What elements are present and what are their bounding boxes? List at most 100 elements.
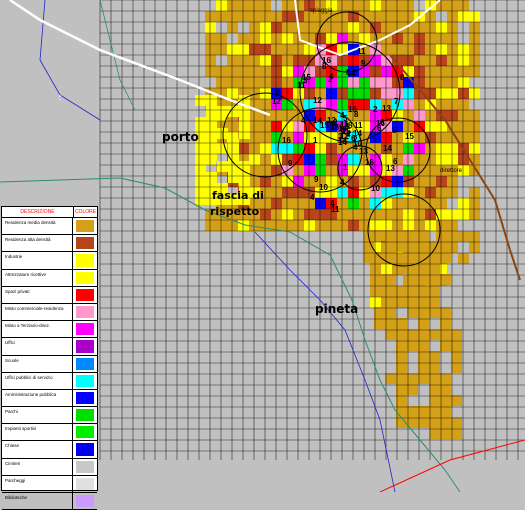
zone-cell: [429, 417, 440, 428]
cell-number: 10: [371, 184, 380, 193]
zone-cell: [425, 22, 436, 33]
zone-cell: [440, 340, 451, 351]
zone-cell: [304, 220, 315, 231]
zone-cell: [425, 132, 436, 143]
zone-cell: [429, 384, 440, 395]
zone-cell: [381, 0, 392, 11]
zone-cell: [282, 44, 293, 55]
zone-cell: [436, 198, 447, 209]
zone-cell: [271, 143, 282, 154]
zone-cell: [249, 132, 260, 143]
zone-cell: [392, 220, 403, 231]
zone-cell: [425, 121, 436, 132]
zone-cell: [370, 55, 381, 66]
zone-cell: [458, 198, 469, 209]
zone-cell: [370, 11, 381, 22]
zone-cell: [348, 176, 359, 187]
zone-cell: [293, 44, 304, 55]
zone-cell: [293, 209, 304, 220]
zone-cell: [282, 176, 293, 187]
zone-cell: [469, 187, 480, 198]
zone-cell: [469, 33, 480, 44]
zone-cell: [195, 183, 206, 194]
zone-cell: [425, 165, 436, 176]
zone-cell: [249, 77, 260, 88]
zone-cell: [206, 95, 217, 106]
zone-cell: [396, 373, 407, 384]
zone-cell: [282, 187, 293, 198]
cell-number: 13: [382, 104, 391, 113]
cell-number: 5: [392, 126, 397, 135]
zone-cell: [458, 55, 469, 66]
zone-cell: [407, 373, 418, 384]
legend-color-swatch: [76, 460, 94, 473]
legend-color-swatch: [76, 426, 94, 439]
zone-cell: [396, 241, 407, 252]
zone-cell: [359, 33, 370, 44]
zone-cell: [396, 406, 407, 417]
cell-number: 5: [343, 114, 348, 123]
zone-cell: [403, 187, 414, 198]
zone-cell: [326, 132, 337, 143]
zone-cell: [436, 143, 447, 154]
zone-cell: [447, 22, 458, 33]
zone-cell: [403, 209, 414, 220]
zone-cell: [392, 209, 403, 220]
legend-table: DESCRIZIONE COLORE Residenza media densi…: [1, 206, 98, 510]
zone-cell: [293, 132, 304, 143]
zone-cell: [418, 274, 429, 285]
cell-number: 2: [373, 105, 378, 114]
cell-number: 9: [361, 59, 366, 68]
zone-cell: [348, 220, 359, 231]
zone-cell: [418, 307, 429, 318]
zone-cell: [381, 11, 392, 22]
zone-cell: [418, 417, 429, 428]
zone-cell: [436, 154, 447, 165]
legend-row-label: Cimiteri: [2, 458, 73, 475]
zone-cell: [392, 33, 403, 44]
zone-cell: [385, 318, 396, 329]
zone-cell: [429, 307, 440, 318]
zone-cell: [396, 362, 407, 373]
zone-cell: [359, 77, 370, 88]
cell-number: 12: [313, 96, 322, 105]
zone-cell: [385, 285, 396, 296]
zone-cell: [403, 88, 414, 99]
cell-number: 12: [327, 116, 336, 125]
legend-color-swatch: [76, 340, 94, 353]
zone-cell: [359, 88, 370, 99]
legend-row: Misto a Terziario-direz.: [2, 321, 97, 339]
zone-cell: [458, 88, 469, 99]
zone-cell: [403, 55, 414, 66]
cell-number: 11: [331, 205, 340, 214]
zone-cell: [418, 351, 429, 362]
zone-cell: [414, 176, 425, 187]
zone-cell: [440, 384, 451, 395]
zone-cell: [304, 22, 315, 33]
zone-cell: [429, 362, 440, 373]
zone-cell: [451, 395, 462, 406]
legend-header: DESCRIZIONE COLORE: [2, 207, 97, 218]
zone-cell: [429, 373, 440, 384]
zone-cell: [418, 296, 429, 307]
cell-number: 9: [288, 159, 293, 168]
zone-cell: [381, 22, 392, 33]
legend-row: Biblioteche: [2, 493, 97, 510]
zone-cell: [348, 198, 359, 209]
zone-cell: [414, 220, 425, 231]
cell-number: 11: [354, 121, 363, 130]
zone-cell: [238, 44, 249, 55]
zone-cell: [418, 263, 429, 274]
cell-number: 13: [359, 147, 368, 156]
zone-cell: [458, 121, 469, 132]
zone-cell: [260, 209, 271, 220]
zone-cell: [249, 55, 260, 66]
legend-row-label: Chiese: [2, 441, 73, 458]
zone-cell: [425, 44, 436, 55]
zone-cell: [239, 161, 250, 172]
zone-cell: [418, 373, 429, 384]
zone-cell: [447, 110, 458, 121]
zone-cell: [337, 0, 348, 11]
legend-color-swatch: [76, 220, 94, 233]
zone-cell: [469, 11, 480, 22]
